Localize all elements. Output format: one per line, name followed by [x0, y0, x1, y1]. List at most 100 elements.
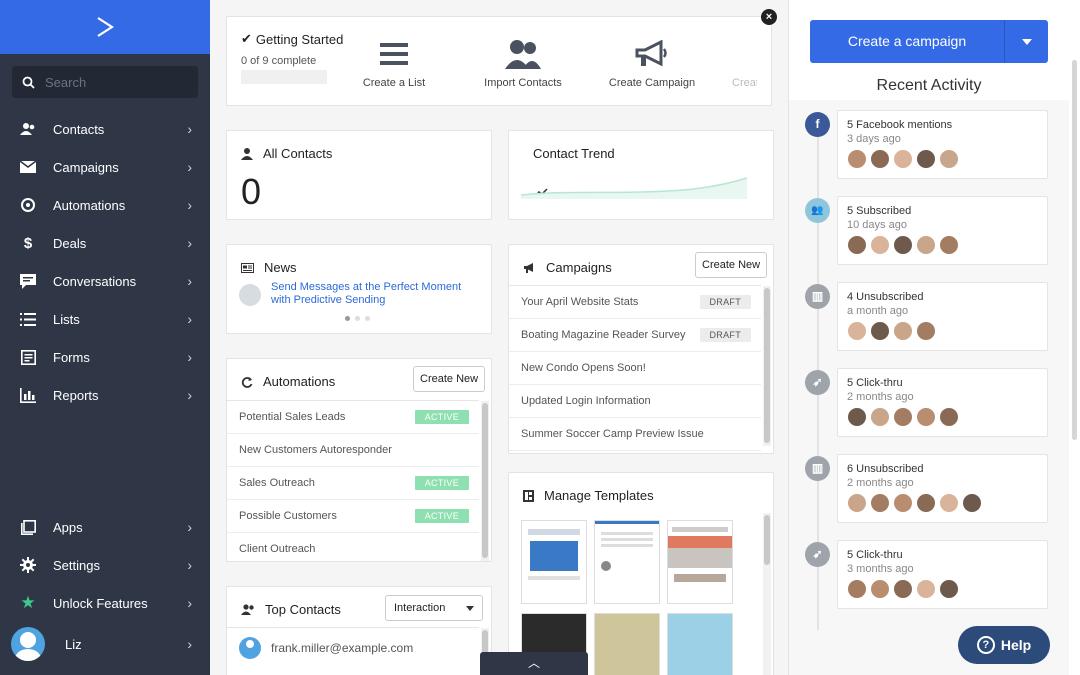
avatar [239, 284, 261, 306]
avatar[interactable] [847, 493, 867, 513]
scrollbar[interactable] [481, 401, 489, 561]
carousel-dot[interactable] [345, 316, 350, 321]
avatar[interactable] [962, 493, 982, 513]
avatar[interactable] [916, 579, 936, 599]
template-thumbnail[interactable] [594, 613, 660, 675]
scrollbar[interactable] [763, 513, 771, 675]
template-thumbnail[interactable] [594, 520, 660, 604]
scrollbar[interactable] [1070, 60, 1078, 440]
create-campaign-dropdown[interactable] [1004, 20, 1048, 63]
avatar[interactable] [847, 235, 867, 255]
activity-title: 4 Unsubscribed [847, 291, 924, 303]
contact-trend-card[interactable]: Contact Trend [508, 130, 774, 220]
avatar[interactable] [916, 321, 936, 341]
interaction-filter-select[interactable]: Interaction [385, 595, 483, 621]
step-create-list[interactable]: Create a List [339, 39, 449, 89]
create-new-automation-button[interactable]: Create New [413, 366, 486, 392]
step-import-contacts[interactable]: Import Contacts [468, 39, 578, 89]
sidebar-item-reports[interactable]: Reports › [0, 376, 210, 414]
news-link[interactable]: Send Messages at the Perfect Moment with… [271, 281, 476, 307]
activity-card[interactable]: 6 Unsubscribed 2 months ago [837, 454, 1048, 523]
activity-card[interactable]: 4 Unsubscribed a month ago [837, 282, 1048, 351]
sidebar-item-apps[interactable]: Apps › [0, 508, 210, 546]
template-thumbnail[interactable] [521, 520, 587, 604]
avatar[interactable] [893, 235, 913, 255]
sidebar-item-deals[interactable]: $ Deals › [0, 224, 210, 262]
step-label: Import Contacts [484, 77, 562, 89]
avatar[interactable] [893, 407, 913, 427]
avatar[interactable] [847, 407, 867, 427]
carousel-dot[interactable] [355, 316, 360, 321]
step-create-campaign[interactable]: Create Campaign [597, 39, 707, 89]
avatar[interactable] [939, 235, 959, 255]
avatar[interactable] [939, 407, 959, 427]
all-contacts-card[interactable]: All Contacts 0 [226, 130, 492, 220]
avatar[interactable] [870, 493, 890, 513]
carousel-dot[interactable] [365, 316, 370, 321]
select-value: Interaction [394, 602, 446, 614]
avatar[interactable] [916, 149, 936, 169]
close-icon[interactable]: × [761, 9, 777, 25]
avatar[interactable] [916, 235, 936, 255]
avatar[interactable] [893, 579, 913, 599]
list-item[interactable]: Summer Soccer Camp Preview Issue [509, 418, 761, 451]
avatar [239, 636, 261, 659]
activity-card[interactable]: 5 Click-thru 2 months ago [837, 368, 1048, 437]
list-item[interactable]: Updated Login Information [509, 385, 761, 418]
collapse-tab[interactable]: ︿ [480, 652, 588, 675]
step-create-more[interactable]: Creat [697, 39, 757, 89]
avatar[interactable] [939, 149, 959, 169]
avatar[interactable] [847, 579, 867, 599]
avatar[interactable] [870, 407, 890, 427]
sidebar-item-automations[interactable]: Automations › [0, 186, 210, 224]
scrollbar[interactable] [763, 286, 771, 446]
sidebar-item-campaigns[interactable]: Campaigns › [0, 148, 210, 186]
sidebar-search[interactable] [12, 66, 198, 98]
sidebar-item-conversations[interactable]: Conversations › [0, 262, 210, 300]
search-input[interactable] [45, 74, 185, 90]
chevron-right-icon: › [187, 636, 192, 652]
create-campaign-button[interactable]: Create a campaign [810, 20, 1004, 63]
sidebar-item-contacts[interactable]: Contacts › [0, 110, 210, 148]
activity-card[interactable]: 5 Subscribed 10 days ago [837, 196, 1048, 265]
table-row[interactable]: frank.miller@example.com [227, 627, 479, 667]
list-item[interactable]: New Customers Autoresponder [227, 434, 479, 467]
megaphone-icon [523, 262, 536, 273]
avatar[interactable] [893, 149, 913, 169]
user-menu[interactable]: Liz › [0, 622, 210, 666]
sidebar-item-lists[interactable]: Lists › [0, 300, 210, 338]
list-item[interactable]: Sales Outreach ACTIVE [227, 467, 479, 500]
automations-card: Automations Create New Potential Sales L… [226, 358, 492, 562]
help-button[interactable]: ? Help [958, 626, 1050, 664]
avatar[interactable] [870, 235, 890, 255]
avatar-group [847, 321, 1038, 341]
create-new-campaign-button[interactable]: Create New [695, 252, 768, 278]
avatar[interactable] [893, 493, 913, 513]
avatar[interactable] [870, 321, 890, 341]
list-item[interactable]: Potential Sales Leads ACTIVE [227, 401, 479, 434]
list-item[interactable]: Boating Magazine Reader Survey DRAFT [509, 319, 761, 352]
avatar[interactable] [847, 149, 867, 169]
avatar[interactable] [939, 493, 959, 513]
template-thumbnail[interactable] [667, 520, 733, 604]
avatar[interactable] [893, 321, 913, 341]
activity-card[interactable]: 5 Facebook mentions 3 days ago [837, 110, 1048, 179]
brand-logo[interactable] [0, 0, 210, 54]
avatar[interactable] [916, 407, 936, 427]
sidebar-item-unlock-features[interactable]: ★ Unlock Features › [0, 584, 210, 622]
sidebar-item-forms[interactable]: Forms › [0, 338, 210, 376]
avatar[interactable] [870, 149, 890, 169]
list-item[interactable]: New Condo Opens Soon! [509, 352, 761, 385]
dollar-icon: $ [23, 234, 33, 252]
avatar[interactable] [847, 321, 867, 341]
list-item[interactable]: Your April Website Stats DRAFT [509, 286, 761, 319]
avatar[interactable] [870, 579, 890, 599]
activity-card[interactable]: 5 Click-thru 3 months ago [837, 540, 1048, 609]
list-item[interactable]: Possible Customers ACTIVE [227, 500, 479, 533]
activity-time: 2 months ago [847, 391, 914, 403]
list-item[interactable]: Client Outreach [227, 533, 479, 561]
sidebar-item-settings[interactable]: Settings › [0, 546, 210, 584]
avatar[interactable] [916, 493, 936, 513]
template-thumbnail[interactable] [667, 613, 733, 675]
avatar[interactable] [939, 579, 959, 599]
